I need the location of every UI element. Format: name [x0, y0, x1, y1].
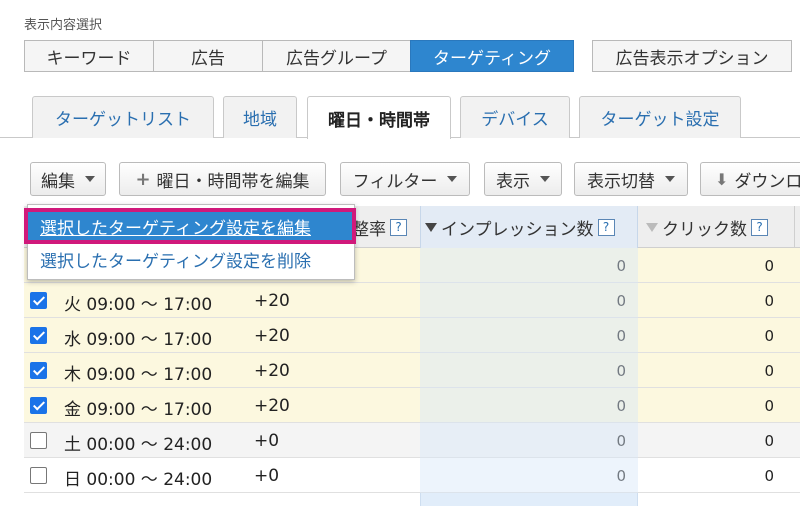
day-time-cell: 水 09:00 ～ 17:00: [64, 330, 213, 350]
table-row[interactable]: 水 09:00 ～ 17:00 +20 0 0: [24, 318, 800, 353]
plus-icon: +: [135, 168, 151, 190]
edit-schedule-button[interactable]: + 曜日・時間帯を編集: [119, 162, 326, 196]
caret-down-icon: [85, 176, 95, 182]
caret-down-icon: [447, 176, 458, 182]
header-adjust-rate[interactable]: 整率 ?: [352, 206, 407, 248]
day-time-cell: 火 09:00 ～ 17:00: [64, 295, 213, 315]
table-row[interactable]: 土 00:00 ～ 24:00 +0 0 0: [24, 423, 800, 458]
download-label: ダウンロ: [734, 171, 800, 192]
tab-target-list[interactable]: ターゲットリスト: [32, 96, 214, 138]
adjust-rate-cell: +20: [254, 291, 290, 311]
row-checkbox[interactable]: [30, 362, 47, 379]
segment-keyword[interactable]: キーワード: [24, 40, 153, 72]
display-button[interactable]: 表示: [484, 162, 562, 196]
help-icon[interactable]: ?: [390, 218, 407, 236]
adjust-rate-cell: +0: [254, 431, 280, 451]
day-time-cell: 金 09:00 ～ 17:00: [64, 400, 213, 420]
impression-column-tint: [420, 206, 638, 506]
targeting-tabs: ターゲットリスト 地域 曜日・時間帯 デバイス ターゲット設定: [0, 96, 800, 139]
clicks-cell: 0: [764, 432, 774, 450]
row-checkbox[interactable]: [30, 432, 47, 449]
download-icon: ⬇: [715, 169, 729, 189]
sort-desc-icon: [425, 222, 437, 232]
clicks-cell: 0: [764, 397, 774, 415]
extra-segment-group: 広告表示オプション: [592, 40, 792, 72]
header-impressions-label: インプレッション数: [441, 219, 594, 240]
header-clicks-label: クリック数: [662, 219, 747, 240]
table-row[interactable]: 金 09:00 ～ 17:00 +20 0 0: [24, 388, 800, 423]
clicks-cell: 0: [764, 467, 774, 485]
help-icon[interactable]: ?: [597, 218, 615, 236]
segment-ad[interactable]: 広告: [153, 40, 262, 72]
download-button[interactable]: ⬇ ダウンロ: [700, 162, 800, 196]
clicks-cell: 0: [764, 362, 774, 380]
tab-day-time[interactable]: 曜日・時間帯: [307, 96, 451, 139]
section-label: 表示内容選択: [24, 18, 103, 33]
segment-ad-group[interactable]: 広告グループ: [262, 40, 410, 72]
tab-region[interactable]: 地域: [223, 96, 297, 138]
clicks-cell: 0: [764, 327, 774, 345]
clicks-cell: 0: [764, 292, 774, 310]
segment-ad-extensions[interactable]: 広告表示オプション: [592, 40, 792, 72]
header-adjust-rate-label: 整率: [352, 219, 386, 240]
caret-down-icon: [540, 176, 550, 182]
row-checkbox[interactable]: [30, 327, 47, 344]
adjust-rate-cell: +20: [254, 326, 290, 346]
row-checkbox[interactable]: [30, 292, 47, 309]
adjust-rate-cell: +20: [254, 361, 290, 381]
tab-target-settings[interactable]: ターゲット設定: [579, 96, 741, 138]
filter-label: フィルター: [352, 171, 438, 192]
row-checkbox[interactable]: [30, 467, 47, 484]
row-checkbox[interactable]: [30, 397, 47, 414]
caret-down-icon: [665, 176, 675, 182]
display-switch-label: 表示切替: [587, 171, 655, 192]
header-impressions[interactable]: インプレッション数 ?: [420, 206, 638, 248]
segment-targeting[interactable]: ターゲティング: [410, 40, 574, 72]
menu-item-delete-targeting[interactable]: 選択したターゲティング設定を削除: [40, 247, 311, 272]
sort-icon: [646, 222, 658, 232]
header-next-divider: [794, 206, 800, 248]
display-switch-button[interactable]: 表示切替: [574, 162, 688, 196]
view-segment-group: キーワード 広告 広告グループ ターゲティング: [24, 40, 574, 72]
adjust-rate-cell: +20: [254, 396, 290, 416]
day-time-cell: 日 00:00 ～ 24:00: [64, 470, 213, 490]
edit-button[interactable]: 編集: [30, 162, 106, 196]
table-row[interactable]: 火 09:00 ～ 17:00 +20 0 0: [24, 283, 800, 318]
adjust-rate-cell: +0: [254, 466, 280, 486]
day-time-cell: 土 00:00 ～ 24:00: [64, 435, 213, 455]
tab-device[interactable]: デバイス: [460, 96, 570, 138]
table-row[interactable]: 木 09:00 ～ 17:00 +20 0 0: [24, 353, 800, 388]
display-label: 表示: [496, 171, 530, 192]
edit-schedule-label: 曜日・時間帯を編集: [156, 171, 310, 192]
filter-button[interactable]: フィルター: [340, 162, 470, 196]
clicks-cell: 0: [764, 257, 774, 275]
edit-button-label: 編集: [41, 171, 75, 192]
help-icon[interactable]: ?: [751, 218, 768, 236]
table-row[interactable]: 日 00:00 ～ 24:00 +0 0 0: [24, 458, 800, 493]
header-clicks[interactable]: クリック数 ?: [642, 206, 768, 248]
day-time-cell: 木 09:00 ～ 17:00: [64, 365, 213, 385]
menu-item-edit-targeting[interactable]: 選択したターゲティング設定を編集: [40, 214, 311, 239]
